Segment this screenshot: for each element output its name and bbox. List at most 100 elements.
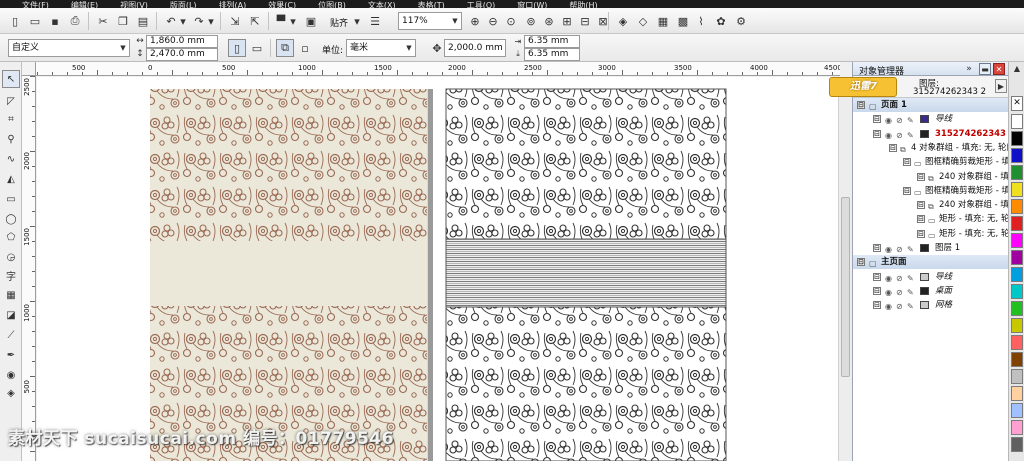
import-icon[interactable]: ⇲	[226, 12, 244, 30]
zoom-to-selected-icon[interactable]: ⊚	[522, 12, 540, 30]
eye-icon[interactable]: ◉	[885, 114, 892, 126]
vertical-ruler[interactable]: 2500 2000 1500 1000 500	[22, 76, 36, 461]
palette-swatch[interactable]	[1011, 114, 1023, 129]
palette-swatch[interactable]	[1011, 386, 1023, 401]
zoom-in-icon[interactable]: ⊕	[466, 12, 484, 30]
palette-swatch[interactable]	[1011, 216, 1023, 231]
edit-icon[interactable]: ✎	[907, 129, 914, 141]
launcher-dropdown-icon[interactable]: ▾	[288, 12, 298, 30]
palette-swatch[interactable]	[1011, 301, 1023, 316]
all-pages-button[interactable]: ⧉	[276, 39, 294, 57]
print-icon[interactable]: ⊘	[896, 114, 903, 126]
eye-icon[interactable]: ◉	[885, 300, 892, 312]
expand-toggle-icon[interactable]: ⊟	[917, 215, 925, 224]
polygon-tool-icon[interactable]: ⬠	[2, 228, 20, 246]
undo-dropdown-icon[interactable]: ▾	[178, 12, 188, 30]
page-size-select[interactable]: 自定义 ▼	[8, 39, 130, 57]
zoom-one-shot-icon[interactable]: ⊙	[502, 12, 520, 30]
eye-icon[interactable]: ◉	[885, 243, 892, 255]
outline-pen-icon[interactable]: ✒	[2, 346, 20, 364]
docker-minimize-icon[interactable]: ▬	[979, 63, 991, 75]
fill-bucket-icon[interactable]: ◉	[2, 366, 20, 384]
node-icon[interactable]: ⌇	[692, 12, 710, 30]
layer-node[interactable]: ⊟ ◉ ⊘ ✎ 图层 1	[853, 241, 1009, 255]
palette-swatch[interactable]	[1011, 182, 1023, 197]
chevron-down-icon[interactable]: ▼	[449, 13, 461, 29]
flower-icon[interactable]: ✿	[712, 12, 730, 30]
palette-swatch[interactable]	[1011, 267, 1023, 282]
smart-fill-icon[interactable]: ◭	[2, 170, 20, 188]
rectangle-tool-icon[interactable]: ▭	[2, 190, 20, 208]
wireframe-icon[interactable]: ◈	[614, 12, 632, 30]
no-color-swatch[interactable]: ✕	[1011, 96, 1023, 111]
object-node[interactable]: ⊟▭矩形 - 填充: 无, 轮廓	[853, 227, 1009, 241]
expand-toggle-icon[interactable]: ⊟	[873, 244, 881, 252]
portrait-button[interactable]: ▯	[228, 39, 246, 57]
print-icon[interactable]: ⊘	[896, 272, 903, 284]
left-pattern-top[interactable]	[150, 89, 427, 241]
chevron-down-icon[interactable]: ▼	[403, 40, 415, 56]
landscape-button[interactable]: ▭	[248, 39, 266, 57]
interactive-effects-icon[interactable]: ◪	[2, 306, 20, 324]
page-node[interactable]: ⊟ ▢ 主页面	[853, 255, 1009, 270]
page-width-field[interactable]: 1,860.0 mm	[146, 35, 218, 48]
docker-menu-arrow-icon[interactable]: ▶	[995, 79, 1007, 93]
right-pattern-bottom[interactable]	[445, 306, 727, 461]
right-stripe-band[interactable]	[445, 238, 727, 308]
palette-swatch[interactable]	[1011, 437, 1023, 452]
frame-icon[interactable]: ▩	[674, 12, 692, 30]
palette-swatch[interactable]	[1011, 250, 1023, 265]
export-icon[interactable]: ⇱	[246, 12, 264, 30]
interactive-fill-icon[interactable]: ◈	[2, 384, 20, 402]
expand-toggle-icon[interactable]: ⊟	[917, 229, 925, 238]
palette-swatch[interactable]	[1011, 148, 1023, 163]
pick-tool-icon[interactable]: ↖	[2, 70, 20, 88]
eye-icon[interactable]: ◉	[885, 272, 892, 284]
zoom-to-page-icon[interactable]: ⊞	[558, 12, 576, 30]
open-folder-icon[interactable]: ▭	[26, 12, 44, 30]
save-icon[interactable]: ▪	[46, 12, 64, 30]
print-icon[interactable]: ⎙	[66, 12, 84, 30]
palette-scroll-up-icon[interactable]: ▲	[1010, 62, 1024, 74]
object-node[interactable]: ⊟▭矩形 - 填充: 无, 轮廓	[853, 212, 1009, 226]
expand-toggle-icon[interactable]: ⊟	[903, 158, 911, 167]
layer-node[interactable]: ⊟ ◉ ⊘ ✎ 网格	[853, 298, 1009, 312]
options-icon[interactable]: ☰	[366, 12, 384, 30]
drawing-canvas[interactable]	[37, 77, 840, 461]
layer-node[interactable]: ⊟ ◉ ⊘ ✎ 导线	[853, 270, 1009, 284]
object-node[interactable]: ⊟⧉ 240 对象群组 - 填充	[853, 170, 1009, 184]
expand-toggle-icon[interactable]: ⊟	[873, 286, 881, 295]
object-node[interactable]: ⊟▭图框精确剪裁矩形 - 填充	[853, 155, 1009, 169]
freehand-tool-icon[interactable]: ∿	[2, 150, 20, 168]
expand-toggle-icon[interactable]: ⊟	[873, 129, 881, 138]
palette-swatch[interactable]	[1011, 403, 1023, 418]
docker-expand-icon[interactable]: »	[963, 62, 975, 75]
text-tool-icon[interactable]: ◇	[634, 12, 652, 30]
edit-icon[interactable]: ✎	[907, 300, 914, 312]
edit-icon[interactable]: ✎	[907, 272, 914, 284]
zoom-to-all-icon[interactable]: ⊛	[540, 12, 558, 30]
chevron-down-icon[interactable]: ▼	[117, 40, 129, 56]
vertical-scrollbar[interactable]	[838, 77, 852, 461]
print-icon[interactable]: ⊘	[896, 300, 903, 312]
shape-tool-icon[interactable]: ◸	[2, 92, 20, 110]
eye-icon[interactable]: ◉	[885, 286, 892, 298]
new-document-icon[interactable]: ▯	[6, 12, 24, 30]
expand-toggle-icon[interactable]: ⊟	[873, 272, 881, 281]
palette-swatch[interactable]	[1011, 420, 1023, 435]
basic-shapes-icon[interactable]: ◶	[2, 248, 20, 266]
page-node[interactable]: ⊟ ▢ 页面 1	[853, 98, 1009, 112]
zoom-out-icon[interactable]: ⊖	[484, 12, 502, 30]
expand-toggle-icon[interactable]: ⊟	[917, 201, 925, 210]
page-height-field[interactable]: 2,470.0 mm	[146, 48, 218, 61]
object-node[interactable]: ⊟ ⧉ 4 对象群组 - 填充: 无, 轮廓	[853, 141, 1009, 155]
eye-icon[interactable]: ◉	[885, 129, 892, 141]
palette-swatch[interactable]	[1011, 318, 1023, 333]
palette-swatch[interactable]	[1011, 131, 1023, 146]
unit-select[interactable]: 毫米 ▼	[346, 39, 416, 57]
horizontal-ruler[interactable]: 500 0 500 1000 1500 2000 2500 3000 3500 4000 4500	[22, 62, 840, 76]
table-tool-icon[interactable]: ▦	[2, 286, 20, 304]
zoom-tool-icon[interactable]: ⚲	[2, 130, 20, 148]
expand-toggle-icon[interactable]: ⊟	[889, 143, 897, 152]
object-node[interactable]: ⊟⧉ 240 对象群组 - 填充	[853, 198, 1009, 212]
